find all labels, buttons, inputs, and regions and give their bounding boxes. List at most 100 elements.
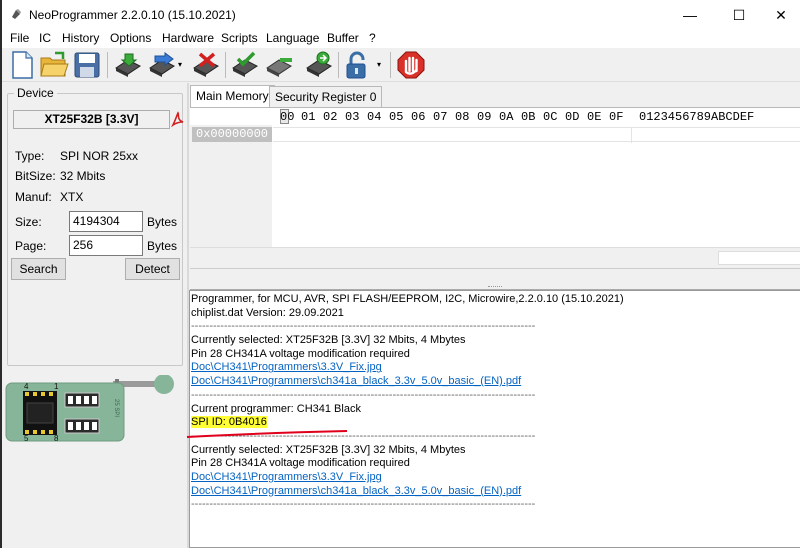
log-splitter[interactable] xyxy=(190,268,800,290)
page-unit: Bytes xyxy=(147,239,178,253)
splitter-grip[interactable] xyxy=(488,286,502,289)
size-unit: Bytes xyxy=(147,215,178,229)
hex-header: 00 01 02 03 04 05 06 07 08 09 0A 0B 0C 0… xyxy=(190,108,800,125)
device-panel: Device XT25F32B [3.3V] Type: SPI NOR 25x… xyxy=(1,83,188,548)
erase-chip-icon[interactable] xyxy=(191,50,221,80)
hex-scrollbar[interactable] xyxy=(190,247,800,267)
log-line: Pin 28 CH341A voltage modification requi… xyxy=(191,347,410,360)
menu-ic[interactable]: IC xyxy=(39,31,51,45)
hex-editor[interactable]: 00 01 02 03 04 05 06 07 08 09 0A 0B 0C 0… xyxy=(190,107,800,247)
write-chip-icon[interactable] xyxy=(147,50,177,80)
minimize-button[interactable]: — xyxy=(667,0,713,30)
hex-col-09: 09 xyxy=(477,110,492,124)
toolbar-separator xyxy=(225,52,226,78)
auto-icon[interactable] xyxy=(304,50,334,80)
toolbar-separator xyxy=(107,52,108,78)
menu-language[interactable]: Language xyxy=(266,31,319,45)
hex-ascii-divider xyxy=(631,128,632,143)
maximize-button[interactable]: ☐ xyxy=(716,0,762,30)
tab-security-register-0[interactable]: Security Register 0 xyxy=(269,86,383,107)
hex-col-05: 05 xyxy=(389,110,404,124)
hex-col-07: 07 xyxy=(433,110,448,124)
log-line: Pin 28 CH341A voltage modification requi… xyxy=(191,457,410,470)
log-line: Currently selected: XT25F32B [3.3V] 32 M… xyxy=(191,334,466,347)
hex-col-00: 00 xyxy=(280,110,295,124)
tab-main-memory[interactable]: Main Memory xyxy=(190,85,275,107)
hex-col-06: 06 xyxy=(411,110,426,124)
log-link[interactable]: Doc\CH341\Programmers\3.3V_Fix.jpg xyxy=(191,471,800,485)
read-chip-icon[interactable] xyxy=(113,50,143,80)
hex-scrollbar-track[interactable] xyxy=(718,251,800,265)
lock-dropdown-arrow[interactable]: ▾ xyxy=(377,60,381,69)
page-label: Page: xyxy=(15,239,47,253)
hex-col-0A: 0A xyxy=(499,110,514,124)
manuf-value: XTX xyxy=(60,190,84,204)
close-button[interactable]: ✕ xyxy=(758,0,800,30)
log-panel[interactable]: Programmer, for MCU, AVR, SPI FLASH/EEPR… xyxy=(189,290,800,548)
hex-col-0B: 0B xyxy=(521,110,536,124)
board-chip-label: 25 SPI xyxy=(113,399,119,417)
toolbar-separator xyxy=(390,52,391,78)
menu-options[interactable]: Options xyxy=(110,31,151,45)
hex-col-04: 04 xyxy=(367,110,382,124)
menu-history[interactable]: History xyxy=(62,31,99,45)
type-label: Type: xyxy=(15,149,45,163)
log-separator: ----------------------------------------… xyxy=(191,320,536,333)
toolbar: ▾ ▾ xyxy=(1,48,800,82)
menu-hardware[interactable]: Hardware xyxy=(162,31,214,45)
save-icon[interactable] xyxy=(72,50,102,80)
size-label: Size: xyxy=(15,215,42,229)
pdf-datasheet-icon[interactable] xyxy=(171,111,185,127)
stop-icon[interactable] xyxy=(396,50,426,80)
size-field[interactable]: 4194304 xyxy=(69,211,143,232)
hex-col-0D: 0D xyxy=(565,110,580,124)
menu-help[interactable]: ? xyxy=(369,31,376,45)
log-link[interactable]: Doc\CH341\Programmers\ch341a_black_3.3v_… xyxy=(191,485,800,499)
blank-check-icon[interactable] xyxy=(264,50,294,80)
log-separator: ----------------------------------------… xyxy=(191,429,536,442)
hex-data-row[interactable] xyxy=(273,127,800,143)
pin-label-5: 5 xyxy=(24,434,29,443)
hex-col-0C: 0C xyxy=(543,110,558,124)
device-name-button[interactable]: XT25F32B [3.3V] xyxy=(13,110,170,129)
app-icon xyxy=(12,9,21,19)
device-group-label: Device xyxy=(14,86,57,100)
main-window: NeoProgrammer 2.2.0.10 (15.10.2021) — ☐ … xyxy=(0,0,800,548)
log-line: Currently selected: XT25F32B [3.3V] 32 M… xyxy=(191,443,466,456)
menu-file[interactable]: File xyxy=(10,31,29,45)
type-value: SPI NOR 25xx xyxy=(60,149,139,163)
title-bar: NeoProgrammer 2.2.0.10 (15.10.2021) — ☐ … xyxy=(1,0,800,30)
hex-col-02: 02 xyxy=(323,110,338,124)
menu-buffer[interactable]: Buffer xyxy=(327,31,359,45)
ascii-header: 0123456789ABCDEF xyxy=(639,110,755,124)
window-title: NeoProgrammer 2.2.0.10 (15.10.2021) xyxy=(29,8,236,22)
new-file-icon[interactable] xyxy=(7,50,37,80)
programmer-board-image: 4 1 5 8 25 SPI xyxy=(5,375,174,443)
toolbar-separator xyxy=(338,52,339,78)
menu-scripts[interactable]: Scripts xyxy=(221,31,258,45)
log-line: chiplist.dat Version: 29.09.2021 xyxy=(191,306,344,319)
device-group: Device XT25F32B [3.3V] Type: SPI NOR 25x… xyxy=(7,86,185,366)
window-edge xyxy=(0,0,2,548)
log-line: Current programmer: CH341 Black xyxy=(191,402,361,415)
lock-icon[interactable] xyxy=(343,50,373,80)
page-field[interactable]: 256 xyxy=(69,235,143,256)
hex-col-0E: 0E xyxy=(587,110,602,124)
write-dropdown-arrow[interactable]: ▾ xyxy=(178,60,182,69)
open-folder-icon[interactable] xyxy=(39,50,69,80)
log-link[interactable]: Doc\CH341\Programmers\ch341a_black_3.3v_… xyxy=(191,375,800,389)
hex-col-0F: 0F xyxy=(609,110,624,124)
search-button[interactable]: Search xyxy=(11,258,66,280)
log-line: Programmer, for MCU, AVR, SPI FLASH/EEPR… xyxy=(191,293,624,305)
hex-col-01: 01 xyxy=(301,110,316,124)
log-link[interactable]: Doc\CH341\Programmers\3.3V_Fix.jpg xyxy=(191,361,800,375)
address-column: 0x00000000 xyxy=(190,125,272,247)
bitsize-value: 32 Mbits xyxy=(60,169,106,183)
detect-button[interactable]: Detect xyxy=(125,258,180,280)
log-spi-id-highlight: SPI ID: 0B4016 xyxy=(191,416,267,429)
log-separator: ----------------------------------------… xyxy=(191,388,536,401)
manuf-label: Manuf: xyxy=(15,190,52,204)
bitsize-label: BitSize: xyxy=(15,169,56,183)
pin-label-1: 1 xyxy=(54,382,59,391)
verify-chip-icon[interactable] xyxy=(230,50,260,80)
